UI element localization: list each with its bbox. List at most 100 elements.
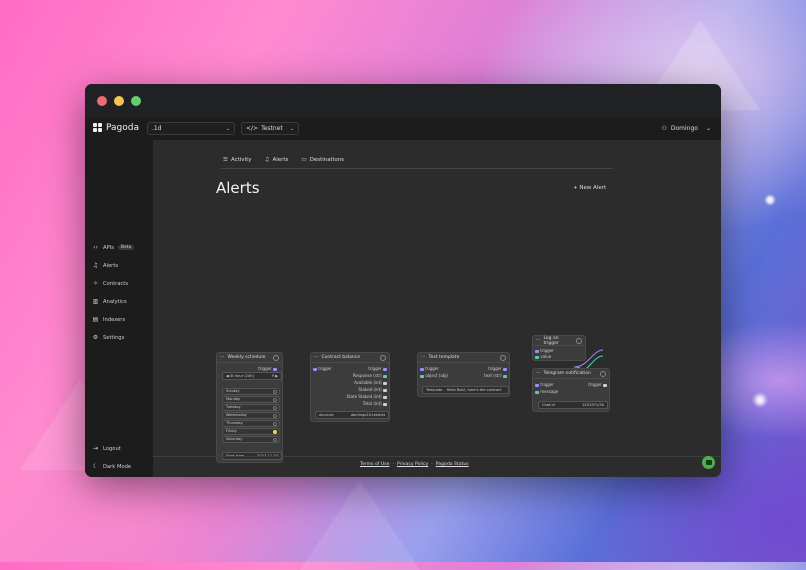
sidebar-item-label: Contracts [103, 280, 129, 287]
port-label: State Staked (int) [346, 394, 382, 399]
sidebar-item-indexers[interactable]: ▤ Indexers [92, 316, 126, 323]
footer-links: Terms of Use · Privacy Policy · Pagoda S… [360, 462, 469, 467]
input-port[interactable]: trigger [535, 382, 558, 387]
output-trigger[interactable]: trigger [258, 366, 277, 371]
node-weekly-schedule[interactable]: ⋯ Weekly schedule trigger ◀ At hour (24h)… [216, 352, 283, 463]
day-toggle-wednesday[interactable]: Wednesday [222, 412, 280, 419]
port-label: trigger [540, 382, 554, 387]
close-icon[interactable] [500, 354, 506, 361]
sidebar-item-analytics[interactable]: ▥ Analytics [92, 298, 127, 305]
pagoda-logo[interactable]: Pagoda [93, 123, 139, 133]
sidebar-item-label: Settings [103, 334, 125, 341]
node-text-template[interactable]: ⋯ Text template trigger object (obj) trig… [417, 352, 510, 397]
output-port[interactable]: Total (int) [347, 401, 387, 406]
account-field[interactable]: Account domingo10.testnet [315, 411, 389, 419]
bell-icon: ♫ [92, 262, 99, 269]
chart-icon: ▥ [92, 298, 99, 305]
input-port[interactable]: trigger [535, 348, 554, 353]
close-icon[interactable] [380, 354, 386, 361]
toggle-icon [273, 429, 277, 434]
network-select[interactable]: </> Testnet ⌄ [241, 122, 299, 135]
port-icon [383, 395, 387, 399]
day-toggle-thursday[interactable]: Thursday [222, 420, 280, 427]
day-toggle-friday[interactable]: Friday [222, 428, 280, 435]
port-label: text (str) [484, 373, 502, 378]
close-icon[interactable] [273, 354, 279, 361]
day-toggle-sunday[interactable]: Sunday [222, 388, 280, 395]
port-label: trigger [258, 366, 272, 371]
logout-button[interactable]: ⇥ Logout [92, 445, 121, 452]
terms-link[interactable]: Terms of Use [360, 462, 389, 467]
day-label: Friday [226, 429, 237, 433]
port-icon [383, 374, 387, 378]
maximize-window-button[interactable] [131, 96, 141, 106]
close-icon[interactable] [600, 370, 606, 377]
input-list: trigger message [535, 382, 558, 394]
user-menu[interactable]: ⚇ Domingo ⌄ [661, 125, 711, 132]
minimize-window-button[interactable] [114, 96, 124, 106]
beta-badge: Beta [117, 245, 135, 250]
output-port[interactable]: Staked (int) [347, 387, 387, 392]
timezone-stepper[interactable]: ◀ At hour (24h) 9 ▶ [222, 372, 282, 380]
day-toggle-saturday[interactable]: Saturday [222, 436, 280, 443]
input-port[interactable]: value [535, 354, 554, 359]
drag-icon: ⋯ [536, 338, 541, 343]
toggle-icon [273, 405, 277, 410]
close-icon[interactable] [576, 337, 582, 344]
footer-divider [153, 456, 721, 457]
output-port[interactable]: trigger [347, 366, 387, 371]
project-select-value: .1d [152, 125, 162, 132]
privacy-link[interactable]: Privacy Policy [397, 462, 428, 467]
project-select[interactable]: .1d ⌄ [147, 122, 235, 135]
output-port[interactable]: trigger [484, 366, 507, 371]
node-log-on-trigger[interactable]: ⋯ Log on trigger trigger value [532, 335, 586, 361]
chevron-down-icon: ⌄ [705, 125, 711, 132]
drag-icon: ⋯ [421, 355, 426, 360]
port-icon [383, 388, 387, 392]
pagoda-logo-icon [93, 123, 102, 132]
node-telegram-notification[interactable]: ⋯ Telegram notification trigger message t… [532, 368, 610, 412]
day-label: Monday [226, 397, 241, 401]
output-port[interactable]: Available (int) [347, 380, 387, 385]
chat-button[interactable] [702, 456, 715, 469]
port-icon [383, 367, 387, 371]
port-label: trigger [318, 366, 332, 371]
output-port[interactable]: Response (str) [347, 373, 387, 378]
input-list: trigger object (obj) [420, 366, 448, 378]
output-port[interactable]: State Staked (int) [347, 394, 387, 399]
template-field[interactable]: Template Hello Bob!, here's the contract [422, 386, 509, 394]
field-value: Hello Bob!, here's the contract [446, 388, 502, 392]
sidebar-item-contracts[interactable]: ✧ Contracts [92, 280, 128, 287]
chat-id-field[interactable]: Chat id 2231971/30 [538, 401, 608, 409]
output-port[interactable]: trigger [588, 382, 607, 387]
dark-mode-toggle[interactable]: ☾ Dark Mode [92, 463, 131, 470]
input-port[interactable]: trigger [420, 366, 448, 371]
node-contract-balance[interactable]: ⋯ Contract balance trigger trigger Respon… [310, 352, 390, 422]
sidebar-item-settings[interactable]: ⚙ Settings [92, 334, 124, 341]
port-label: trigger [368, 366, 382, 371]
input-port[interactable]: message [535, 389, 558, 394]
close-window-button[interactable] [97, 96, 107, 106]
sidebar-item-label: Indexers [103, 316, 126, 323]
output-port[interactable]: text (str) [484, 373, 507, 378]
sidebar-item-label: APIs [103, 244, 114, 251]
logout-icon: ⇥ [92, 445, 99, 452]
node-title: Contract balance [321, 355, 361, 360]
input-trigger[interactable]: trigger [313, 366, 332, 371]
sidebar-item-alerts[interactable]: ♫ Alerts [92, 262, 118, 269]
hour-number: 9 [271, 374, 275, 378]
field-label: Account [319, 413, 334, 417]
sidebar-item-apis[interactable]: ‹› APIs Beta [92, 244, 135, 251]
day-toggle-tuesday[interactable]: Tuesday [222, 404, 280, 411]
status-link[interactable]: Pagoda Status [436, 462, 469, 467]
field-value: 2231971/30 [582, 403, 604, 407]
day-toggle-monday[interactable]: Monday [222, 396, 280, 403]
port-icon [535, 383, 539, 387]
input-port[interactable]: object (obj) [420, 373, 448, 378]
field-value: domingo10.testnet [350, 413, 385, 417]
node-title: Weekly schedule [227, 355, 266, 360]
day-label: Thursday [226, 421, 243, 425]
port-icon [535, 390, 539, 394]
caret-left-icon: ◀ [226, 374, 229, 378]
sidebar: ‹› APIs Beta ♫ Alerts ✧ Contracts ▥ Anal… [85, 140, 153, 477]
